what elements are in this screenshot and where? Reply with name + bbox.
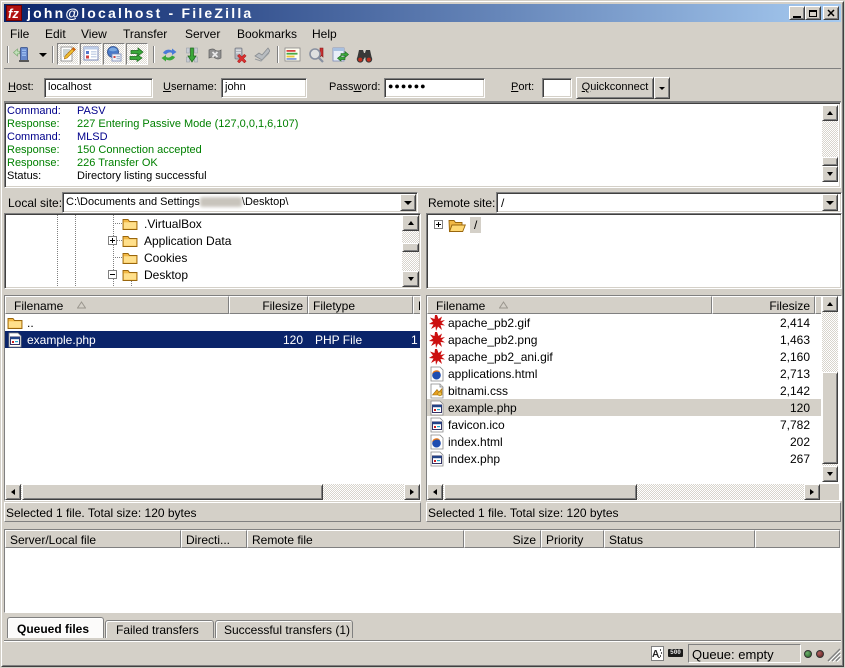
svg-text:A: A [652,649,659,660]
svg-text:fz: fz [8,6,19,20]
